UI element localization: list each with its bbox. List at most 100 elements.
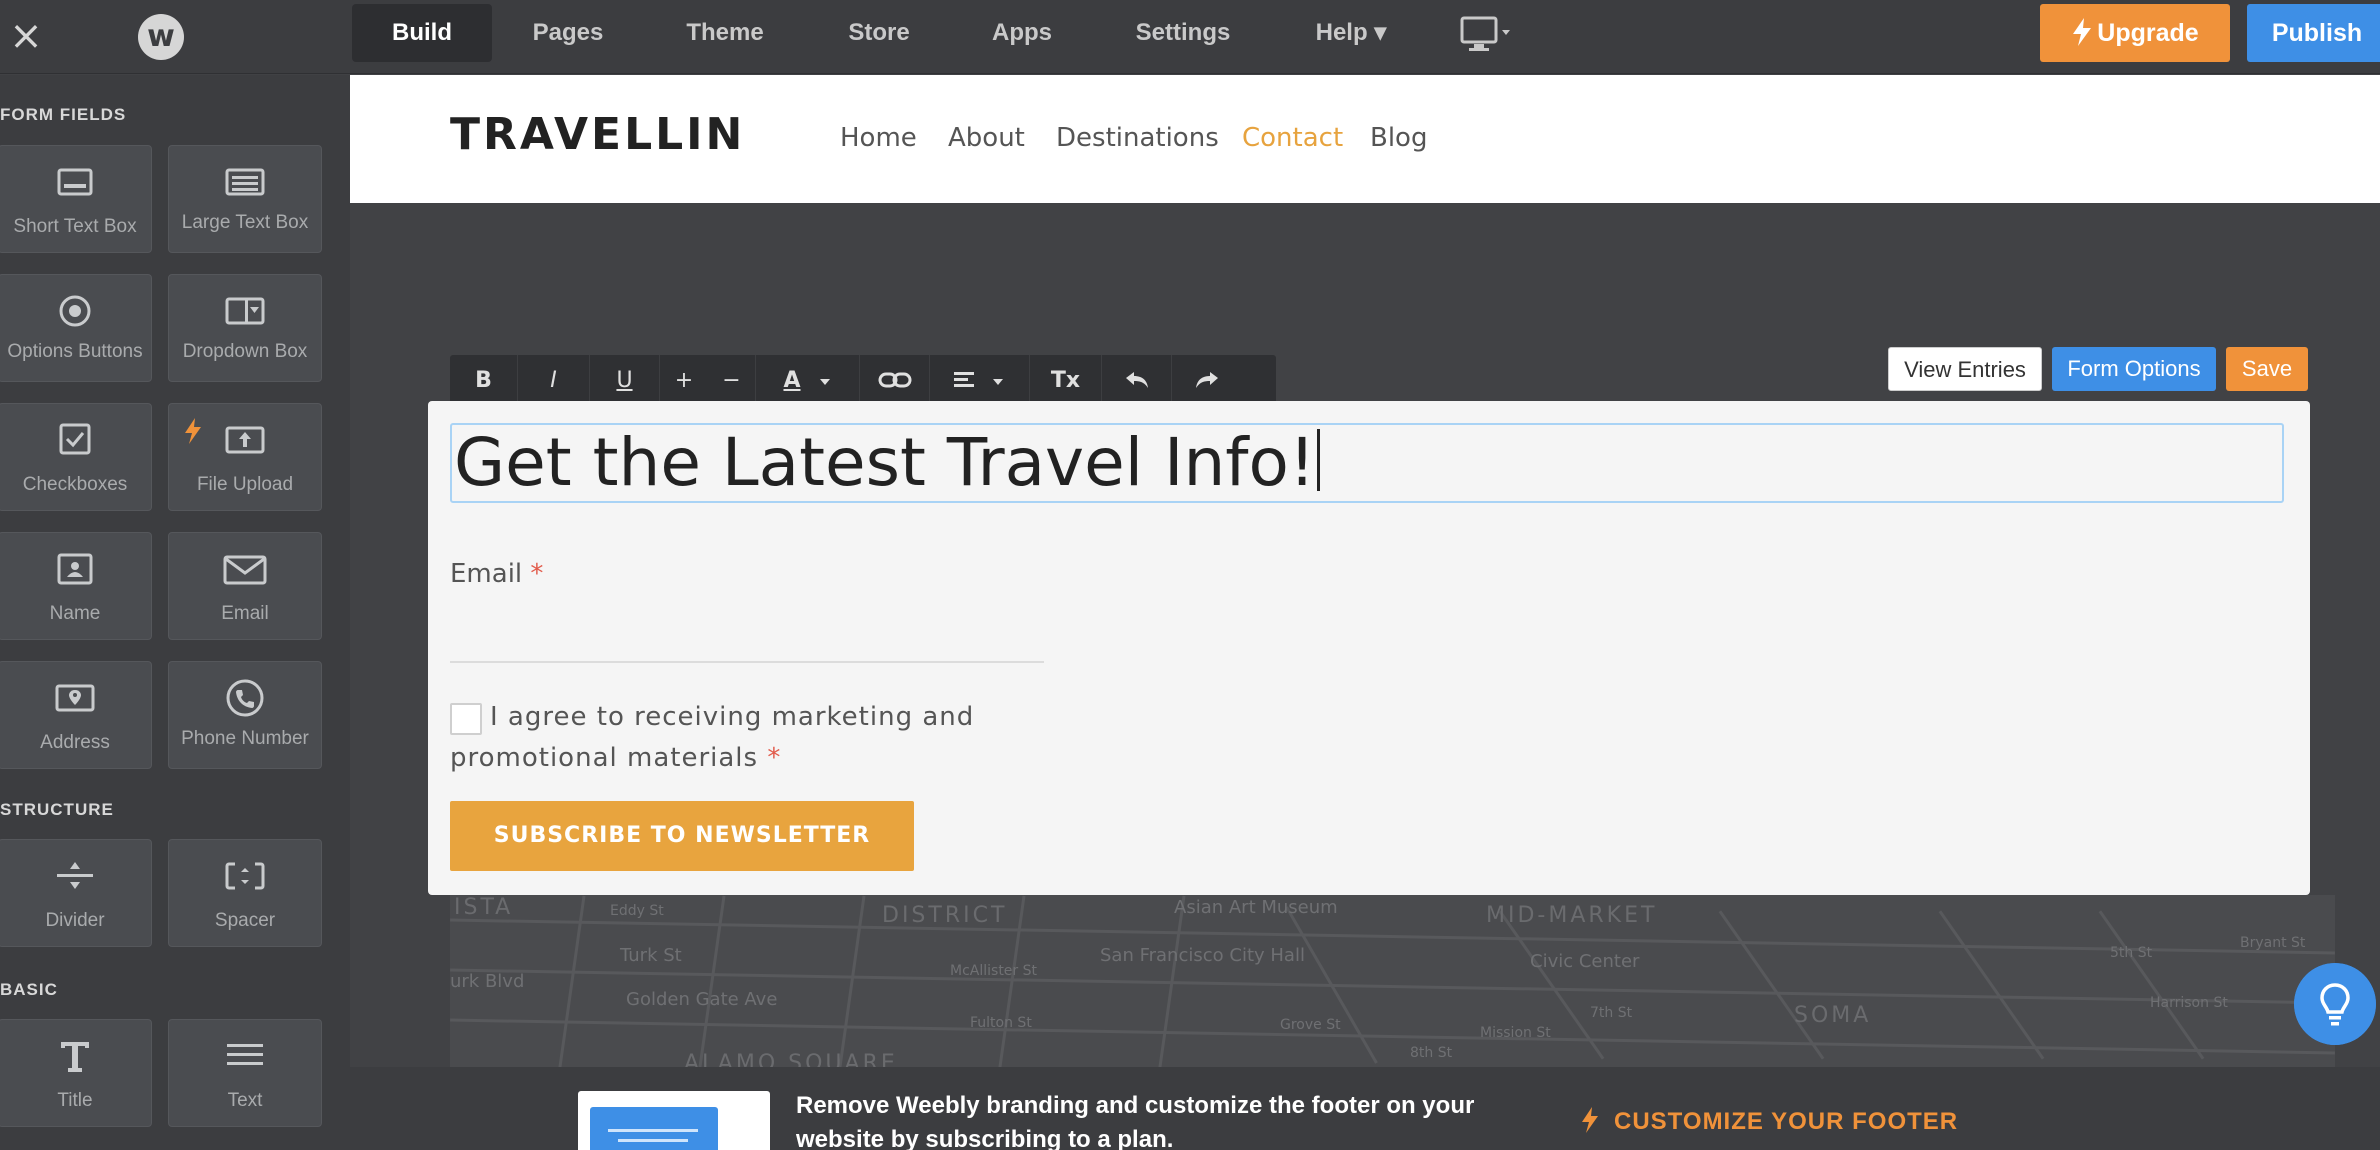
clear-format-button[interactable]: Tx: [1030, 355, 1102, 407]
element-title[interactable]: Title: [0, 1019, 152, 1127]
tab-help[interactable]: Help ▾: [1294, 4, 1408, 62]
subscribe-button[interactable]: SUBSCRIBE TO NEWSLETTER: [450, 801, 914, 871]
email-icon: [223, 555, 267, 585]
element-name[interactable]: Name: [0, 532, 152, 640]
desktop-preview-icon[interactable]: [1460, 14, 1514, 58]
element-checkboxes[interactable]: Checkboxes: [0, 403, 152, 511]
name-icon: [57, 553, 93, 585]
decrease-size-button[interactable]: −: [708, 355, 756, 407]
element-email[interactable]: Email: [168, 532, 322, 640]
premium-bolt-icon: [185, 418, 201, 444]
site-nav-contact[interactable]: Contact: [1242, 123, 1343, 153]
form-options-button[interactable]: Form Options: [2052, 347, 2216, 391]
agree-checkbox[interactable]: [450, 703, 482, 735]
footer-message: Remove Weebly branding and customize the…: [796, 1092, 1475, 1150]
options-buttons-icon: [59, 295, 91, 327]
element-address[interactable]: Address: [0, 661, 152, 769]
align-button[interactable]: [930, 355, 1030, 407]
italic-button[interactable]: I: [518, 355, 590, 407]
customize-footer-link[interactable]: CUSTOMIZE YOUR FOOTER: [1580, 1107, 1958, 1136]
font-color-button[interactable]: A: [756, 355, 860, 407]
site-nav-blog[interactable]: Blog: [1370, 123, 1427, 153]
tab-store[interactable]: Store: [824, 4, 934, 62]
required-mark: *: [530, 559, 544, 589]
redo-button[interactable]: [1172, 355, 1242, 407]
link-button[interactable]: [860, 355, 930, 407]
element-label: Name: [49, 603, 101, 624]
footer-upsell-bar: Remove Weebly branding and customize the…: [350, 1067, 2380, 1150]
tab-apps[interactable]: Apps: [972, 4, 1072, 62]
help-bulb-icon[interactable]: [2294, 963, 2376, 1045]
basic-heading: BASIC: [0, 980, 58, 999]
map-label: Bryant St: [2240, 935, 2306, 951]
footer-preview-thumbnail: [578, 1091, 770, 1150]
email-label: Email *: [450, 559, 543, 589]
footer-preview-graphic: [590, 1107, 718, 1150]
element-label: Title: [57, 1090, 93, 1111]
address-icon: [55, 684, 95, 712]
email-label-text: Email: [450, 559, 523, 589]
map-label: SOMA: [1794, 1003, 1872, 1028]
form-title: Get the Latest Travel Info!: [454, 424, 1316, 501]
close-icon[interactable]: ×: [4, 14, 48, 58]
elements-sidebar: FORM FIELDS Short Text Box Large Text Bo…: [0, 75, 350, 1150]
map-label: Fulton St: [970, 1015, 1032, 1031]
font-color-icon: A: [783, 368, 801, 393]
form-title-editor[interactable]: Get the Latest Travel Info!: [450, 423, 2284, 503]
element-label: Phone Number: [181, 728, 309, 749]
map-label: Eddy St: [610, 903, 664, 919]
spacer-icon: [225, 860, 265, 892]
element-label: Text: [227, 1090, 263, 1111]
text-format-toolbar: B I U + − A Tx: [450, 355, 1276, 407]
required-mark: *: [767, 743, 782, 773]
file-upload-icon: [225, 426, 265, 454]
element-divider[interactable]: Divider: [0, 839, 152, 947]
element-short-text-box[interactable]: Short Text Box: [0, 145, 152, 253]
tab-build[interactable]: Build: [352, 4, 492, 62]
site-nav-about[interactable]: About: [948, 123, 1025, 153]
element-text[interactable]: Text: [168, 1019, 322, 1127]
increase-size-button[interactable]: +: [660, 355, 708, 407]
bold-button[interactable]: B: [450, 355, 518, 407]
text-cursor: [1317, 429, 1321, 491]
upgrade-button[interactable]: Upgrade: [2040, 4, 2230, 62]
element-phone-number[interactable]: Phone Number: [168, 661, 322, 769]
element-label: Address: [40, 732, 110, 753]
short-text-box-icon: [57, 168, 93, 196]
tab-pages[interactable]: Pages: [510, 4, 626, 62]
save-button[interactable]: Save: [2226, 347, 2308, 391]
element-label: Spacer: [214, 910, 276, 931]
map-label: Golden Gate Ave: [626, 989, 778, 1010]
site-nav-destinations[interactable]: Destinations: [1056, 123, 1219, 153]
structure-heading: STRUCTURE: [0, 800, 114, 819]
publish-button[interactable]: Publish: [2247, 4, 2380, 62]
element-large-text-box[interactable]: Large Text Box: [168, 145, 322, 253]
agree-text: I agree to receiving marketing and promo…: [450, 702, 975, 773]
customize-footer-label: CUSTOMIZE YOUR FOOTER: [1614, 1108, 1959, 1135]
element-spacer[interactable]: Spacer: [168, 839, 322, 947]
site-brand[interactable]: TRAVELLIN: [450, 109, 745, 160]
weebly-editor: × w Build Pages Theme Store Apps Setting…: [0, 0, 2380, 1150]
map-background: ISTA Eddy St Turk St urk Blvd Golden Gat…: [450, 895, 2335, 1075]
element-dropdown-box[interactable]: Dropdown Box: [168, 274, 322, 382]
element-label: Short Text Box: [13, 216, 137, 237]
undo-button[interactable]: [1102, 355, 1172, 407]
element-label: Divider: [45, 910, 105, 931]
undo-icon: [1125, 372, 1148, 388]
email-input[interactable]: [450, 597, 1044, 663]
element-options-buttons[interactable]: Options Buttons: [0, 274, 152, 382]
map-label: Mission St: [1480, 1025, 1551, 1041]
agree-label: I agree to receiving marketing and promo…: [450, 697, 1090, 779]
dropdown-box-icon: [225, 297, 265, 325]
checkboxes-icon: [59, 423, 91, 455]
element-label: Dropdown Box: [182, 341, 308, 362]
map-label: Harrison St: [2150, 995, 2228, 1011]
view-entries-button[interactable]: View Entries: [1888, 347, 2042, 391]
chevron-down-icon: [993, 379, 1003, 385]
tab-settings[interactable]: Settings: [1110, 4, 1256, 62]
chevron-down-icon: [819, 379, 830, 385]
element-file-upload[interactable]: File Upload: [168, 403, 322, 511]
tab-theme[interactable]: Theme: [664, 4, 786, 62]
site-nav-home[interactable]: Home: [840, 123, 917, 153]
underline-button[interactable]: U: [590, 355, 660, 407]
